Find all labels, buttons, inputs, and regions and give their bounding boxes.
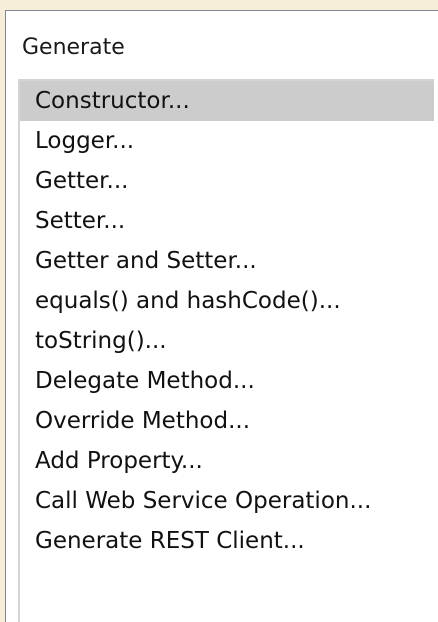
generate-menu-list: Constructor... Logger... Getter... Sette… <box>18 79 434 622</box>
menu-item-call-web-service-operation[interactable]: Call Web Service Operation... <box>20 481 434 521</box>
generate-popup: Generate Constructor... Logger... Getter… <box>5 10 438 622</box>
menu-item-add-property[interactable]: Add Property... <box>20 441 434 481</box>
menu-item-setter[interactable]: Setter... <box>20 201 434 241</box>
menu-item-equals-hashcode[interactable]: equals() and hashCode()... <box>20 281 434 321</box>
menu-item-logger[interactable]: Logger... <box>20 121 434 161</box>
menu-item-getter-and-setter[interactable]: Getter and Setter... <box>20 241 434 281</box>
menu-item-override-method[interactable]: Override Method... <box>20 401 434 441</box>
menu-item-generate-rest-client[interactable]: Generate REST Client... <box>20 521 434 561</box>
menu-item-tostring[interactable]: toString()... <box>20 321 434 361</box>
menu-item-getter[interactable]: Getter... <box>20 161 434 201</box>
menu-item-constructor[interactable]: Constructor... <box>20 81 434 121</box>
menu-item-delegate-method[interactable]: Delegate Method... <box>20 361 434 401</box>
popup-title: Generate <box>22 35 125 60</box>
